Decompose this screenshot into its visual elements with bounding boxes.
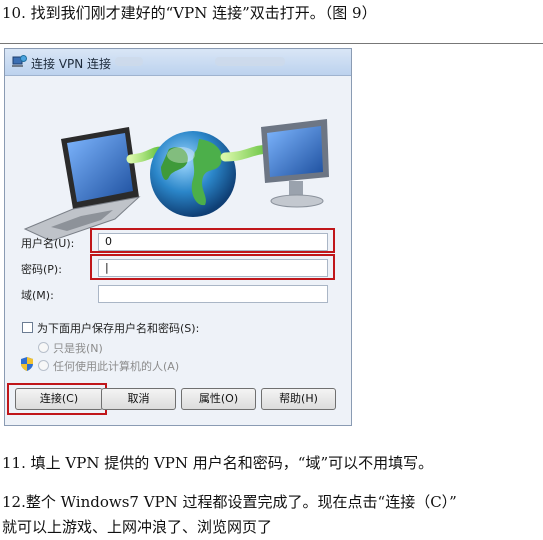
radio-me-only-label: 只是我(N) (53, 342, 103, 355)
password-label: 密码(P): (21, 263, 62, 276)
monitor-icon (261, 119, 329, 208)
help-button[interactable]: 帮助(H) (261, 388, 336, 410)
username-highlight (90, 228, 335, 253)
blurred-region (215, 57, 285, 66)
laptop-icon (23, 127, 141, 242)
username-label: 用户名(U): (21, 237, 75, 250)
step-12-line-2: 就可以上游戏、上网冲浪了、浏览网页了 (2, 518, 273, 536)
password-highlight (90, 254, 335, 280)
radio-anyone-label: 任何使用此计算机的人(A) (53, 360, 180, 373)
dialog-titlebar: 连接 VPN 连接 (5, 49, 351, 76)
vpn-connection-illustration (23, 119, 329, 242)
properties-button[interactable]: 属性(O) (181, 388, 256, 410)
radio-me-only[interactable] (38, 342, 49, 353)
network-icon (12, 55, 27, 67)
save-credentials-label: 为下面用户保存用户名和密码(S): (37, 322, 200, 335)
step-10-text: 10. 找到我们刚才建好的“VPN 连接”双击打开。（图 9） (2, 4, 377, 22)
step-11-text: 11. 填上 VPN 提供的 VPN 用户名和密码，“域”可以不用填写。 (2, 454, 434, 472)
radio-anyone[interactable] (38, 360, 49, 371)
vpn-connect-dialog: 连接 VPN 连接 用户名(U): 0 密码(P): | 域(M): 为下面用户… (4, 48, 352, 426)
domain-label: 域(M): (21, 289, 54, 302)
uac-shield-icon (21, 357, 33, 371)
globe-icon (150, 131, 236, 217)
divider (0, 43, 543, 44)
dialog-title: 连接 VPN 连接 (31, 57, 112, 71)
connect-highlight (7, 383, 107, 415)
domain-input[interactable] (98, 285, 328, 303)
save-credentials-checkbox[interactable] (22, 322, 33, 333)
step-12-line-1: 12.整个 Windows7 VPN 过程都设置完成了。现在点击“连接（C）” (2, 493, 457, 511)
cancel-button[interactable]: 取消 (101, 388, 176, 410)
blurred-region (115, 57, 143, 66)
